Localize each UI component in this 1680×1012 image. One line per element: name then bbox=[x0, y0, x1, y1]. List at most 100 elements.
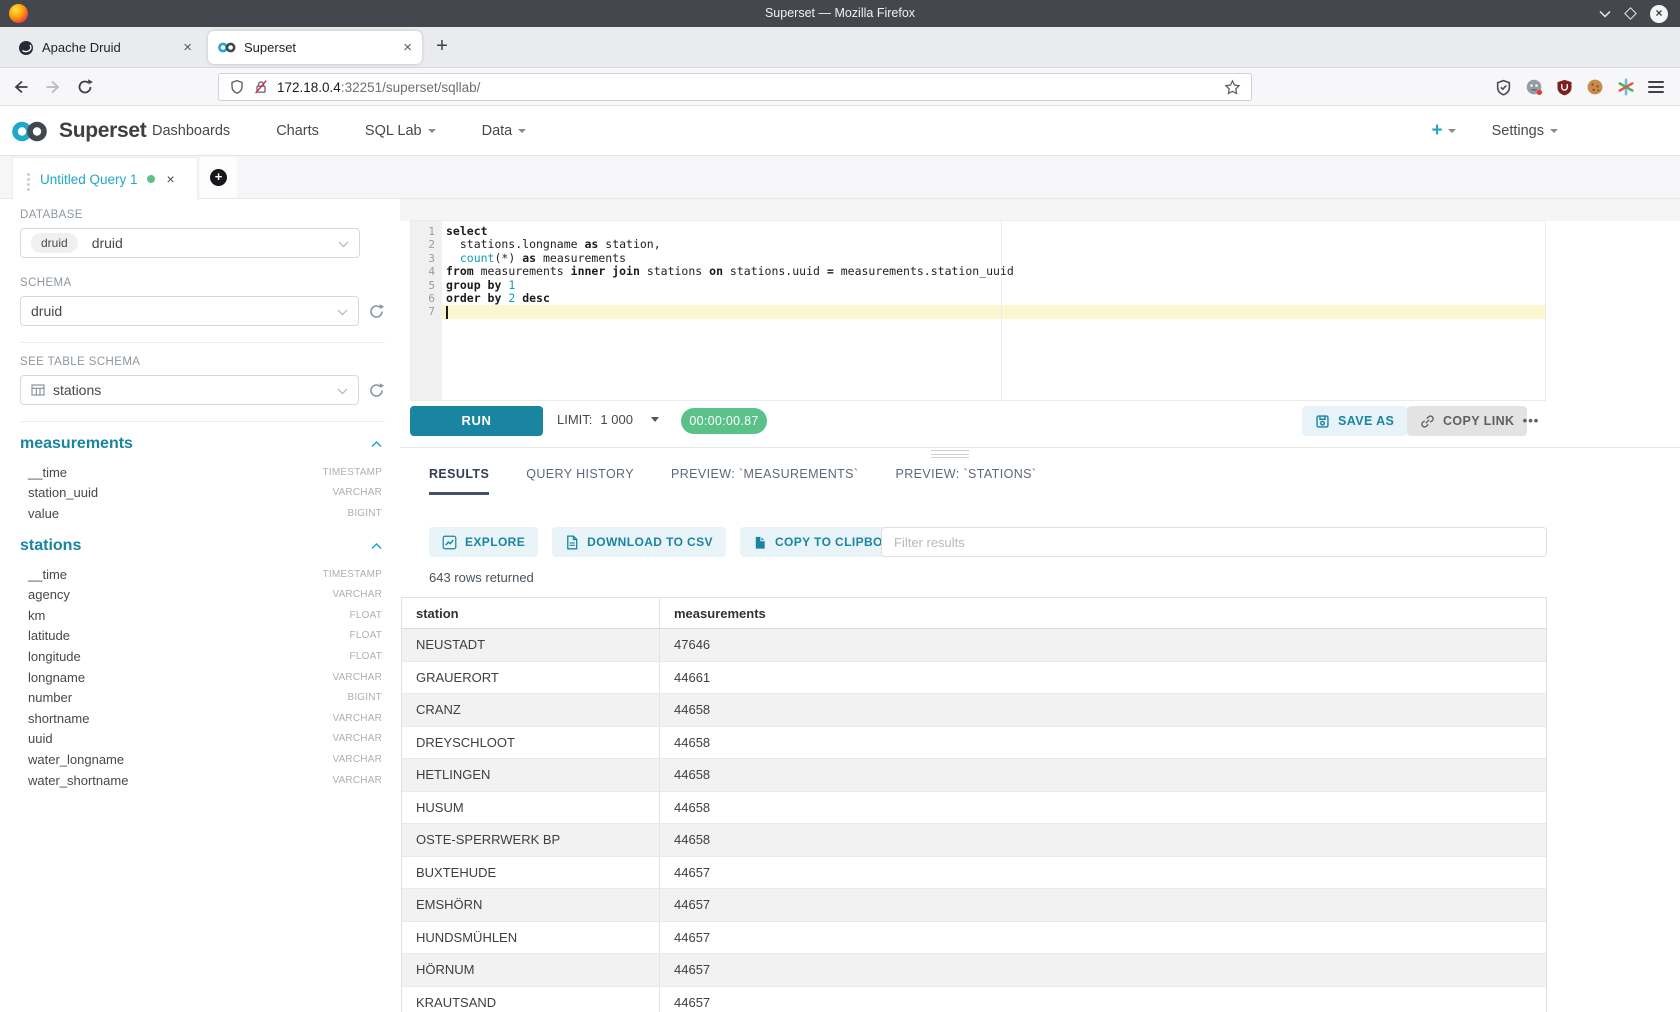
extension-cookie-icon[interactable] bbox=[1586, 78, 1604, 96]
reload-button[interactable] bbox=[76, 78, 94, 96]
sql-editor[interactable]: 1234567 select stations.longname as stat… bbox=[410, 220, 1546, 401]
brand-text: Superset bbox=[59, 119, 146, 143]
tab-results[interactable]: RESULTS bbox=[429, 467, 489, 495]
nav-dashboards[interactable]: Dashboards bbox=[152, 123, 230, 139]
tracking-shield-icon[interactable] bbox=[229, 79, 245, 95]
tab-preview-stations[interactable]: PREVIEW: `STATIONS` bbox=[895, 467, 1036, 495]
limit-label: LIMIT: bbox=[557, 412, 592, 427]
tab-query-history[interactable]: QUERY HISTORY bbox=[526, 467, 634, 495]
explore-button[interactable]: EXPLORE bbox=[429, 527, 538, 557]
browser-toolbar: 172.18.0.4:32251/superset/sqllab/ bbox=[0, 68, 1680, 106]
nav-sql-lab[interactable]: SQL Lab bbox=[365, 123, 436, 139]
extension-mask-icon[interactable] bbox=[1525, 78, 1543, 96]
measurements-cell: 44658 bbox=[660, 727, 1546, 759]
settings-menu[interactable]: Settings bbox=[1492, 123, 1558, 139]
measurements-cell: 44657 bbox=[660, 954, 1546, 986]
column-type: FLOAT bbox=[350, 630, 382, 641]
superset-logo[interactable]: Superset bbox=[10, 106, 146, 156]
station-cell: HETLINGEN bbox=[402, 759, 660, 791]
database-label: DATABASE bbox=[20, 209, 385, 221]
bookmark-star-icon[interactable] bbox=[1224, 79, 1241, 96]
add-query-tab-button[interactable]: + bbox=[200, 157, 237, 198]
measurements-column-header[interactable]: measurements bbox=[660, 598, 1546, 628]
results-table: station measurements NEUSTADT47646GRAUER… bbox=[401, 597, 1547, 1012]
refresh-schema-button[interactable] bbox=[368, 303, 385, 320]
code-line: group by 1 bbox=[442, 279, 1545, 292]
new-item-button[interactable]: + bbox=[1431, 120, 1455, 142]
measurements-cell: 44657 bbox=[660, 889, 1546, 921]
station-cell: BUXTEHUDE bbox=[402, 857, 660, 889]
query-tab-untitled-query-1[interactable]: Untitled Query 1 × bbox=[12, 157, 198, 200]
database-select[interactable]: druid druid bbox=[20, 228, 360, 258]
station-cell: OSTE-SPERRWERK BP bbox=[402, 824, 660, 856]
chevron-down-icon bbox=[1550, 129, 1558, 133]
browser-tab-label: Superset bbox=[244, 40, 395, 55]
divider bbox=[20, 421, 385, 422]
more-options-button[interactable]: ••• bbox=[1516, 406, 1546, 436]
schema-select[interactable]: druid bbox=[20, 296, 359, 326]
measurements-cell: 44661 bbox=[660, 662, 1546, 694]
schema-table-header[interactable]: measurements bbox=[20, 435, 385, 453]
column-name: km bbox=[28, 608, 45, 623]
forward-button[interactable] bbox=[44, 78, 62, 96]
column-type: FLOAT bbox=[350, 610, 382, 621]
menu-button[interactable] bbox=[1648, 81, 1664, 93]
extension-ublock-icon[interactable] bbox=[1556, 79, 1573, 96]
column-type: VARCHAR bbox=[332, 589, 382, 600]
table-value: stations bbox=[53, 382, 101, 398]
url-bar[interactable]: 172.18.0.4:32251/superset/sqllab/ bbox=[218, 73, 1252, 101]
tab-preview-measurements[interactable]: PREVIEW: `MEASUREMENTS` bbox=[671, 467, 858, 495]
extension-snowflake-icon[interactable] bbox=[1617, 78, 1635, 96]
collapse-chevron-icon[interactable] bbox=[371, 537, 382, 555]
table-row: KRAUTSAND44657 bbox=[402, 987, 1546, 1012]
nav-charts[interactable]: Charts bbox=[276, 123, 319, 139]
extension-shield-check-icon[interactable] bbox=[1495, 79, 1512, 96]
column-row: agencyVARCHAR bbox=[20, 584, 385, 605]
browser-tab-superset[interactable]: Superset × bbox=[208, 31, 422, 64]
table-row: CRANZ44658 bbox=[402, 694, 1546, 727]
nav-data[interactable]: Data bbox=[482, 123, 527, 139]
refresh-table-button[interactable] bbox=[368, 382, 385, 399]
clipboard-icon bbox=[753, 535, 767, 550]
save-as-button[interactable]: SAVE AS bbox=[1302, 406, 1407, 436]
column-type: FLOAT bbox=[350, 651, 382, 662]
download-csv-button[interactable]: DOWNLOAD TO CSV bbox=[552, 527, 726, 557]
table-row: HUNDSMÜHLEN44657 bbox=[402, 922, 1546, 955]
schema-table-header[interactable]: stations bbox=[20, 537, 385, 555]
window-title: Superset — Mozilla Firefox bbox=[0, 0, 1680, 27]
filter-results-input[interactable] bbox=[881, 527, 1547, 557]
new-tab-button[interactable]: + bbox=[428, 33, 456, 61]
browser-tab-apache-druid[interactable]: Apache Druid × bbox=[8, 31, 202, 64]
drag-grip-icon[interactable] bbox=[27, 178, 30, 181]
table-row: HETLINGEN44658 bbox=[402, 759, 1546, 792]
column-row: numberBIGINT bbox=[20, 687, 385, 708]
tab-close-icon[interactable]: × bbox=[183, 39, 192, 56]
chevron-down-icon bbox=[337, 388, 348, 395]
station-column-header[interactable]: station bbox=[402, 598, 660, 628]
run-button[interactable]: RUN bbox=[410, 406, 543, 436]
code-line bbox=[442, 305, 1545, 318]
query-status-dot bbox=[147, 175, 155, 183]
code-line: count(*) as measurements bbox=[442, 252, 1545, 265]
window-shade-icon[interactable] bbox=[1599, 10, 1611, 18]
editor-code[interactable]: select stations.longname as station, cou… bbox=[442, 221, 1545, 400]
window-maximize-icon[interactable] bbox=[1624, 7, 1637, 20]
back-button[interactable] bbox=[12, 78, 30, 96]
query-tab-close-icon[interactable]: × bbox=[167, 171, 175, 187]
column-type: TIMESTAMP bbox=[323, 467, 382, 478]
url-text: 172.18.0.4:32251/superset/sqllab/ bbox=[277, 80, 1216, 95]
column-type: VARCHAR bbox=[332, 754, 382, 765]
lock-slash-icon[interactable] bbox=[253, 79, 269, 95]
collapse-chevron-icon[interactable] bbox=[371, 435, 382, 453]
window-close-button[interactable]: × bbox=[1650, 5, 1668, 23]
table-select[interactable]: stations bbox=[20, 375, 359, 405]
pane-drag-handle[interactable] bbox=[931, 450, 969, 461]
copy-link-button[interactable]: COPY LINK bbox=[1407, 406, 1527, 436]
gutter-line-number: 6 bbox=[411, 292, 442, 305]
column-row: station_uuidVARCHAR bbox=[20, 483, 385, 504]
column-row: __timeTIMESTAMP bbox=[20, 462, 385, 483]
tab-close-icon[interactable]: × bbox=[403, 39, 412, 56]
column-type: VARCHAR bbox=[332, 672, 382, 683]
database-tag: druid bbox=[31, 233, 78, 253]
limit-dropdown[interactable]: LIMIT: 1 000 bbox=[557, 412, 659, 427]
